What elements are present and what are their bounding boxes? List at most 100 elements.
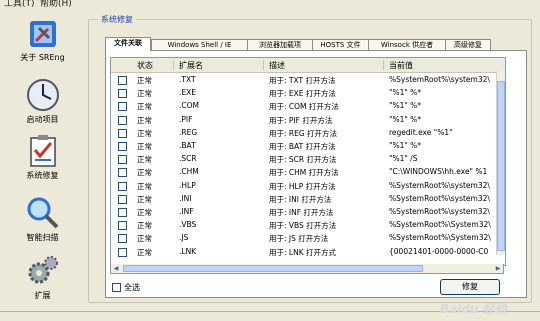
column-header-status[interactable]: 状态 xyxy=(137,60,153,71)
sidebar-item-system-repair[interactable]: 系统修复 xyxy=(0,134,85,181)
fix-button[interactable]: 修复 xyxy=(440,279,500,295)
horizontal-scrollbar[interactable]: ◀ ▶ xyxy=(110,264,504,274)
table-row[interactable]: 正常 .INI 用于: INI 打开方法 %SystemRoot%\system32\ xyxy=(111,193,505,205)
select-all-checkbox[interactable]: 全选 xyxy=(112,282,140,293)
row-checkbox[interactable] xyxy=(118,221,127,231)
row-checkbox[interactable] xyxy=(118,168,127,178)
cell-status: 正常 xyxy=(137,155,152,165)
cell-extension: .TXT xyxy=(179,75,196,84)
cell-status: 正常 xyxy=(137,76,152,85)
table-row[interactable]: 正常 .SCR 用于: SCR 打开方法 "%1" /S xyxy=(111,153,505,165)
cell-current-value: %SystemRoot%\System32\ xyxy=(389,233,491,243)
cell-description: 用于: COM 打开方法 xyxy=(269,102,339,112)
cell-extension: .JS xyxy=(179,233,189,243)
checkbox-icon[interactable] xyxy=(112,283,121,292)
column-header-extension[interactable]: 扩展名 xyxy=(179,60,203,71)
cell-extension: .COM xyxy=(179,101,199,111)
table-row[interactable]: 正常 .BAT 用于: BAT 打开方法 "%1" %* xyxy=(111,140,505,152)
cell-status: 正常 xyxy=(137,168,152,178)
table-row[interactable]: 正常 .INF 用于: INF 打开方法 %SystemRoot%\system32\ xyxy=(111,206,505,218)
sidebar-item-label: 系统修复 xyxy=(26,171,59,180)
cell-status: 正常 xyxy=(137,221,152,231)
menu-tools[interactable]: 工具(T) xyxy=(4,0,35,9)
gears-icon xyxy=(28,256,58,284)
sidebar-item-about[interactable]: 关于 SREng xyxy=(0,18,85,63)
magnifier-icon xyxy=(27,197,58,229)
table-row[interactable]: 正常 .CHM 用于: CHM 打开方法 "C:\WINDOWS\hh.exe" %1 xyxy=(111,166,505,178)
vertical-scroll-thumb[interactable] xyxy=(497,81,505,251)
sidebar-item-label: 智能扫描 xyxy=(26,233,59,242)
scroll-left-arrow-icon[interactable]: ◀ xyxy=(111,264,121,273)
table-row[interactable]: 正常 .LNK 用于: LNK 打开方式 {00021401-0000-0000-C0 xyxy=(111,246,505,258)
cell-status: 正常 xyxy=(137,181,152,191)
cell-description: 用于: INF 打开方法 xyxy=(269,208,334,217)
cell-description: 用于: PIF 打开方法 xyxy=(269,115,333,125)
column-header-description[interactable]: 描述 xyxy=(269,60,285,71)
table-row[interactable]: 正常 .EXE 用于: EXE 打开方法 "%1" %* xyxy=(111,87,505,99)
cell-description: 用于: VBS 打开方法 xyxy=(269,221,337,231)
cell-current-value: "C:\WINDOWS\hh.exe" %1 xyxy=(389,167,488,177)
cell-status: 正常 xyxy=(137,142,152,151)
cell-status: 正常 xyxy=(137,89,152,99)
cell-current-value: "%1" %* xyxy=(389,114,422,124)
vertical-scrollbar[interactable] xyxy=(496,71,505,255)
cell-description: 用于: JS 打开方法 xyxy=(269,234,329,244)
row-checkbox[interactable] xyxy=(118,155,127,165)
row-checkbox[interactable] xyxy=(118,89,127,99)
menu-bar: 工具(T) 帮助(H) xyxy=(0,0,540,10)
scroll-right-arrow-icon[interactable]: ▶ xyxy=(493,264,503,273)
cell-extension: .INI xyxy=(179,193,192,203)
row-checkbox[interactable] xyxy=(118,142,127,151)
sidebar-item-extensions[interactable]: 扩展 xyxy=(0,254,85,301)
sidebar-item-smart-scan[interactable]: 智能扫描 xyxy=(0,196,85,243)
table-row[interactable]: 正常 .REG 用于: REG 打开方法 regedit.exe "%1" xyxy=(111,127,505,139)
cell-extension: .EXE xyxy=(179,88,196,98)
row-checkbox[interactable] xyxy=(118,76,127,85)
table-row[interactable]: 正常 .JS 用于: JS 打开方法 %SystemRoot%\System32\ xyxy=(111,232,505,244)
cell-current-value: {00021401-0000-0000-C0 xyxy=(389,246,489,256)
sidebar-item-label: 扩展 xyxy=(34,291,51,300)
cell-status: 正常 xyxy=(137,247,152,257)
table-row[interactable]: 正常 .TXT 用于: TXT 打开方法 %SystemRoot%\system32\ xyxy=(111,74,505,86)
cell-current-value: %SystemRoot%\system32\ xyxy=(389,75,490,84)
cell-extension: .VBS xyxy=(179,220,197,230)
row-checkbox[interactable] xyxy=(118,102,127,112)
table-row[interactable]: 正常 .PIF 用于: PIF 打开方法 "%1" %* xyxy=(111,114,505,126)
cell-extension: .PIF xyxy=(179,114,193,124)
cell-description: 用于: INI 打开方法 xyxy=(269,194,332,204)
cell-current-value: "%1" %* xyxy=(389,101,422,111)
row-checkbox[interactable] xyxy=(118,181,127,191)
cell-current-value: "%1" %* xyxy=(389,141,422,150)
cell-description: 用于: EXE 打开方法 xyxy=(269,89,336,99)
cell-extension: .CHM xyxy=(179,167,199,177)
horizontal-scroll-thumb[interactable] xyxy=(123,265,423,272)
cell-status: 正常 xyxy=(137,115,152,125)
cell-current-value: %SystemRoot%\system32\ xyxy=(389,180,490,190)
row-checkbox[interactable] xyxy=(118,128,127,138)
sidebar-item-startup[interactable]: 启动项目 xyxy=(0,78,85,125)
cell-extension: .LNK xyxy=(179,246,197,256)
cell-extension: .REG xyxy=(179,127,198,137)
cell-extension: .BAT xyxy=(179,141,196,150)
row-checkbox[interactable] xyxy=(118,115,127,125)
cell-current-value: "%1" /S xyxy=(389,154,418,164)
cell-status: 正常 xyxy=(137,102,152,112)
group-title: 系统修复 xyxy=(98,14,136,25)
cell-current-value: "%1" %* xyxy=(389,88,422,98)
file-association-table[interactable]: 状态 扩展名 描述 当前值 正常 .TXT 用于: TXT 打开方法 %SystemR… xyxy=(110,57,506,266)
table-row[interactable]: 正常 .VBS 用于: VBS 打开方法 %SystemRoot%\System32\ xyxy=(111,219,505,231)
sidebar: 关于 SREng 启动项目 系统修复 智能扫描 扩展 xyxy=(0,10,85,310)
table-row[interactable]: 正常 .HLP 用于: HLP 打开方法 %SystemRoot%\system32\ xyxy=(111,180,505,192)
row-checkbox[interactable] xyxy=(118,208,127,217)
table-row[interactable]: 正常 .COM 用于: COM 打开方法 "%1" %* xyxy=(111,100,505,112)
row-checkbox[interactable] xyxy=(118,234,127,244)
sidebar-item-label: 关于 SREng xyxy=(20,53,65,62)
cell-description: 用于: TXT 打开方法 xyxy=(269,76,336,85)
row-checkbox[interactable] xyxy=(118,194,127,204)
tab-file-association[interactable]: 文件关联 xyxy=(105,37,151,51)
column-header-current-value[interactable]: 当前值 xyxy=(389,60,413,71)
cell-status: 正常 xyxy=(137,208,152,217)
cell-description: 用于: BAT 打开方法 xyxy=(269,142,336,151)
row-checkbox[interactable] xyxy=(118,247,127,257)
menu-help[interactable]: 帮助(H) xyxy=(40,0,72,9)
